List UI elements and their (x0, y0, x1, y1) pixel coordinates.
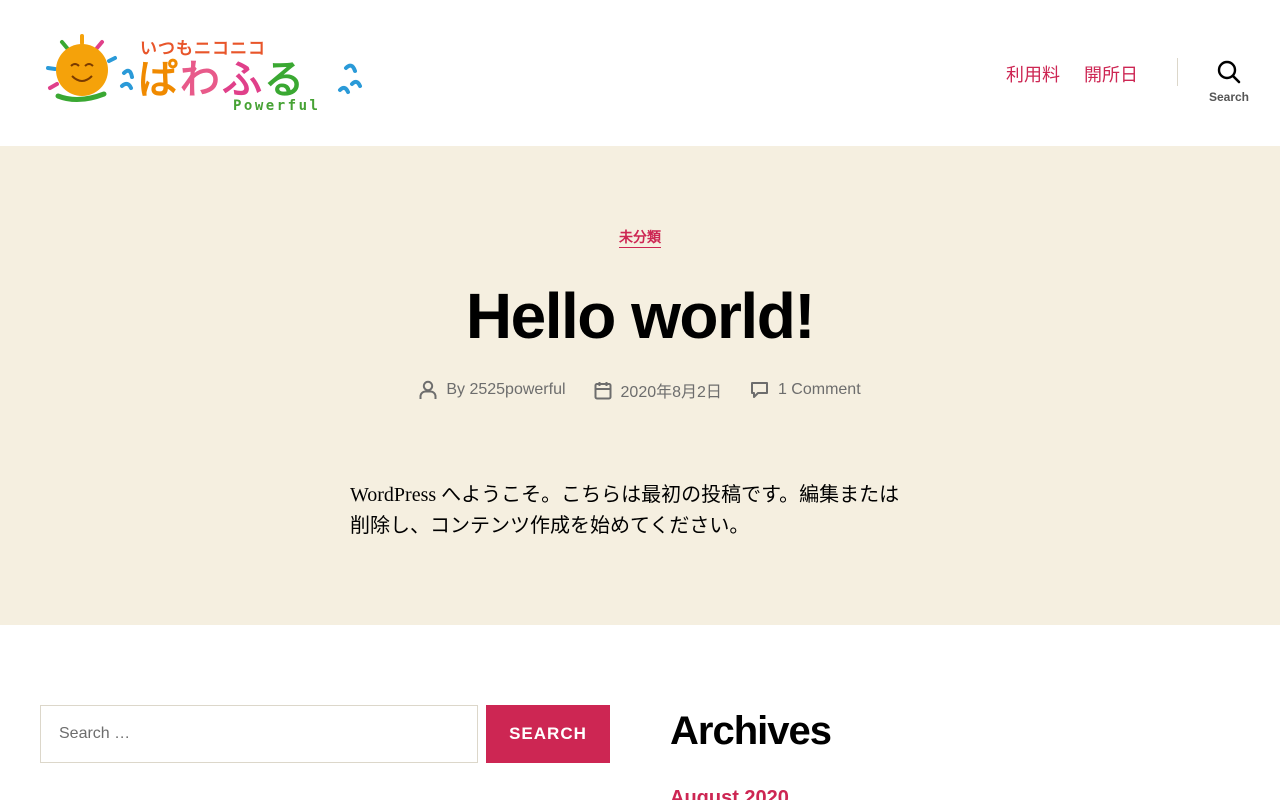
search-icon (1217, 60, 1241, 84)
search-toggle-button[interactable]: Search (1206, 58, 1252, 108)
archive-item-august-2020[interactable]: August 2020 (670, 787, 789, 800)
author-link[interactable]: By 2525powerful (446, 381, 565, 399)
archives-heading: Archives (670, 709, 832, 753)
nav-item-fees[interactable]: 利用料 (1006, 61, 1060, 87)
category-link[interactable]: 未分類 (619, 230, 661, 248)
post-meta: By 2525powerful 2020年8月2日 1 Comment (0, 378, 1280, 402)
post-header: 未分類 Hello world! By 2525powerful 2020年8月… (0, 146, 1280, 625)
logo-char: る (264, 57, 306, 103)
post-content: WordPress へようこそ。こちらは最初の投稿です。編集または 削除し、コン… (350, 480, 940, 542)
post-comments: 1 Comment (750, 378, 861, 402)
post-paragraph-line: WordPress へようこそ。こちらは最初の投稿です。編集または (350, 484, 900, 506)
post-category: 未分類 (0, 227, 1280, 248)
footer-widgets: SEARCH Archives August 2020 (0, 625, 1280, 800)
search-input[interactable] (40, 705, 478, 763)
logo-subtitle: Powerful (233, 98, 321, 114)
site-header: いつもニコニコ ぱわふる Powerful 利用料 開所日 Search (0, 0, 1280, 146)
comment-icon (750, 382, 768, 398)
site-logo[interactable]: いつもニコニコ ぱわふる Powerful (40, 28, 376, 120)
logo-wordmark: ぱわふる (138, 56, 306, 104)
nav-item-opening-days[interactable]: 開所日 (1084, 61, 1138, 87)
search-toggle-label: Search (1208, 90, 1250, 104)
post-paragraph-line: 削除し、コンテンツ作成を始めてください。 (350, 515, 750, 537)
person-icon (419, 380, 437, 399)
post-author: By 2525powerful (419, 378, 566, 402)
date-link[interactable]: 2020年8月2日 (621, 378, 722, 402)
primary-nav: 利用料 開所日 (1006, 61, 1138, 87)
post-title: Hello world! (465, 280, 816, 352)
smile-face-icon (70, 63, 94, 82)
calendar-icon (594, 381, 612, 399)
logo-char: ぱ (138, 57, 180, 103)
logo-char: ふ (222, 57, 264, 103)
nav-divider (1177, 58, 1178, 86)
search-submit-button[interactable]: SEARCH (486, 705, 610, 763)
logo-char: わ (180, 57, 222, 103)
post-date: 2020年8月2日 (594, 378, 722, 402)
comments-link[interactable]: 1 Comment (778, 381, 861, 399)
